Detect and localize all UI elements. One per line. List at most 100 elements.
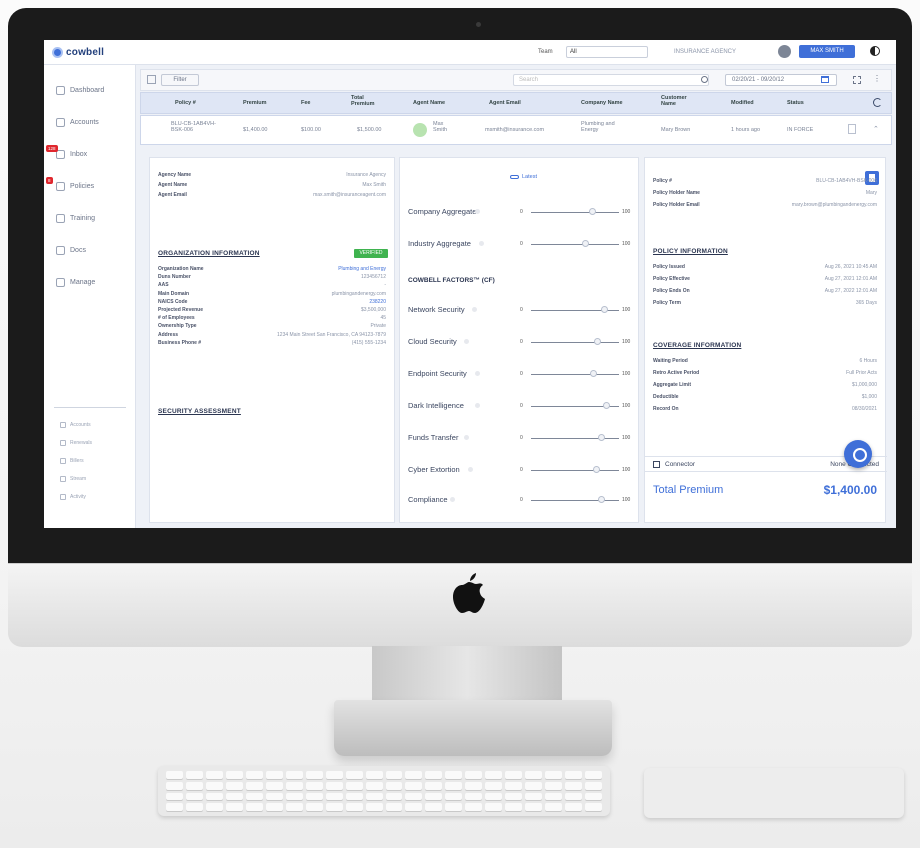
sidebar-item-policies[interactable]: 8 Policies: [46, 177, 95, 193]
info-row: Agent Name Max Smith: [158, 182, 386, 191]
info-row: Retro Active Period Full Prior Acts: [653, 370, 877, 379]
renewals-icon: [60, 440, 66, 446]
sidebar-sub-label: Billers: [70, 458, 84, 464]
sidebar-sub-renewals[interactable]: Renewals: [60, 438, 92, 448]
factor-name: Funds Transfer: [408, 433, 459, 442]
keyboard-key: [545, 803, 563, 811]
search-input[interactable]: Search: [513, 74, 709, 86]
total-premium-cell: $1,500.00: [357, 127, 382, 133]
keyboard-key: [465, 803, 483, 811]
column-header[interactable]: Customer Name: [661, 95, 695, 107]
score-marker[interactable]: [597, 496, 605, 503]
sidebar-item-inbox[interactable]: 128 Inbox: [46, 145, 87, 161]
sidebar-item-manage[interactable]: Manage: [56, 275, 95, 289]
row-actions-icon[interactable]: [848, 124, 856, 134]
column-header[interactable]: Agent Email: [489, 100, 521, 106]
keyboard-key: [525, 792, 543, 801]
score-marker[interactable]: [597, 434, 605, 441]
sidebar-sub-stream[interactable]: Stream: [60, 474, 86, 484]
help-icon[interactable]: [471, 307, 477, 312]
theme-toggle-icon[interactable]: [870, 46, 880, 56]
columns-icon[interactable]: [853, 76, 861, 84]
sidebar-sub-billers[interactable]: Billers: [60, 456, 84, 466]
search-icon[interactable]: [701, 76, 708, 83]
keyboard-key: [585, 781, 602, 790]
keyboard-key: [485, 781, 503, 790]
column-header[interactable]: Policy #: [175, 100, 196, 106]
sidebar-sub-accounts[interactable]: Accounts: [60, 420, 91, 430]
connector-icon: [653, 461, 660, 468]
score-marker[interactable]: [594, 338, 602, 345]
sidebar-sub-activity[interactable]: Activity: [60, 492, 86, 502]
info-value[interactable]: Plumbing and Energy: [338, 266, 386, 272]
help-icon[interactable]: [468, 467, 473, 472]
info-row: Policy Effective Aug 27, 2021 12:01 AM: [653, 276, 877, 285]
sidebar-item-label: Policies: [70, 182, 95, 190]
column-header[interactable]: Total Premium: [351, 95, 383, 107]
calendar-icon[interactable]: [821, 76, 829, 83]
help-icon[interactable]: [475, 209, 481, 214]
column-header[interactable]: Agent Name: [413, 100, 445, 106]
score-track: [531, 244, 619, 245]
sidebar-item-label: Accounts: [70, 118, 99, 126]
column-header[interactable]: Modified: [731, 100, 754, 106]
user-avatar[interactable]: [778, 45, 791, 58]
score-marker[interactable]: [601, 306, 609, 313]
score-marker[interactable]: [592, 466, 600, 473]
info-row: Policy Holder Name Mary: [653, 190, 877, 199]
help-icon[interactable]: [478, 241, 484, 246]
score-marker[interactable]: [582, 240, 590, 247]
security-section-title[interactable]: SECURITY ASSESSMENT: [158, 408, 241, 415]
chevron-up-icon[interactable]: ⌃: [873, 125, 879, 133]
user-menu-button[interactable]: MAX SMITH: [799, 45, 855, 58]
info-label: Waiting Period: [653, 358, 688, 364]
chat-button[interactable]: [844, 440, 872, 468]
sidebar-divider: [54, 407, 126, 408]
score-marker[interactable]: [603, 402, 611, 409]
keyboard-key: [405, 792, 423, 801]
keyboard-key: [485, 771, 503, 779]
info-value: 08/30/2021: [851, 406, 877, 412]
info-value[interactable]: 238220: [369, 299, 386, 305]
team-select[interactable]: All: [566, 46, 648, 58]
column-header[interactable]: Company Name: [581, 100, 623, 106]
help-icon[interactable]: [475, 403, 481, 408]
table-row[interactable]: BLU-CB-1AB4VH-BSK-006 $1,400.00 $100.00 …: [140, 115, 892, 145]
info-label: Organization Name: [158, 266, 204, 272]
sidebar-item-dashboard[interactable]: Dashboard: [56, 83, 104, 97]
filter-panel-icon[interactable]: [147, 75, 156, 84]
keyboard-key: [305, 803, 323, 811]
help-icon[interactable]: [450, 497, 455, 502]
keyboard-key: [325, 792, 343, 801]
chart-legend[interactable]: Latest: [510, 174, 537, 180]
info-label: Business Phone #: [158, 339, 202, 346]
info-value: Max Smith: [362, 182, 386, 188]
info-value: $1,000: [861, 394, 877, 400]
policy-number[interactable]: BLU-CB-1AB4VH-BSK-006: [171, 121, 221, 133]
keyboard-key: [185, 771, 203, 779]
info-label: Policy Issued: [653, 264, 685, 270]
refresh-icon[interactable]: [873, 98, 882, 107]
cowbell-logo[interactable]: cowbell: [52, 47, 104, 58]
score-marker[interactable]: [589, 208, 597, 215]
column-header[interactable]: Fee: [301, 100, 310, 106]
score-marker[interactable]: [589, 370, 597, 377]
keyboard-key: [166, 803, 183, 811]
filter-button[interactable]: Filter: [161, 74, 199, 86]
sidebar-item-accounts[interactable]: Accounts: [56, 115, 99, 129]
more-icon[interactable]: ⋮: [873, 74, 881, 83]
sidebar-item-training[interactable]: Training: [56, 211, 95, 225]
keyboard-key: [505, 771, 523, 779]
factor-name: Dark Intelligence: [408, 401, 464, 410]
sidebar-item-docs[interactable]: Docs: [56, 243, 86, 257]
agency-organization-panel: Agency Name Insurance Agency Agent Name Max…: [149, 157, 395, 523]
policy-panel: Policy # BLU-CB-1AB4VH-BSK-006 Policy Hold…: [644, 157, 887, 523]
info-row: Agent Email max.smith@insuranceagent.com: [158, 192, 386, 201]
column-header[interactable]: Premium: [243, 100, 267, 106]
help-icon[interactable]: [464, 339, 470, 344]
info-row: Policy Term 365 Days: [653, 300, 877, 309]
help-icon[interactable]: [475, 371, 481, 376]
column-header[interactable]: Status: [787, 100, 804, 106]
help-icon[interactable]: [464, 435, 470, 440]
keyboard-key: [285, 803, 303, 811]
